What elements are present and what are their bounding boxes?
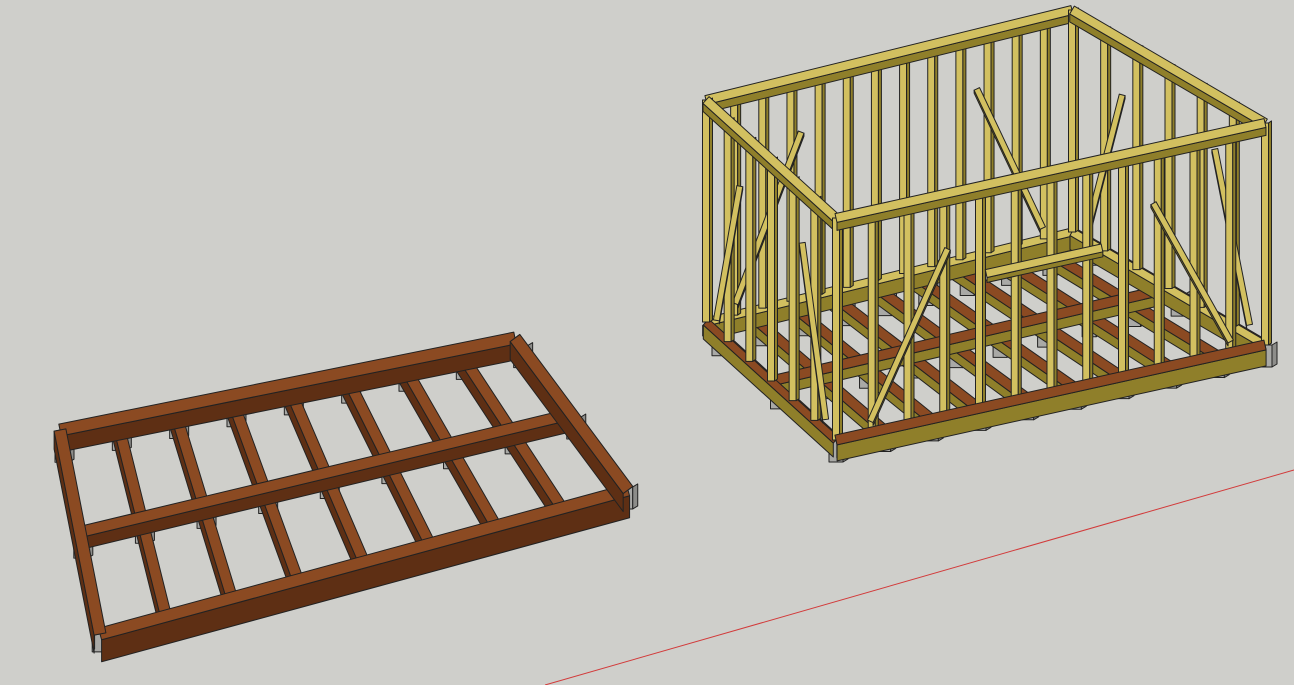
wall-front-stud-edge: [1017, 175, 1022, 401]
wall-back-stud: [927, 44, 936, 268]
wall-front-stud: [1189, 138, 1198, 362]
wall-left-stud-edge: [709, 97, 713, 323]
wall-left-stud: [702, 99, 710, 323]
wall-frame-model[interactable]: [702, 5, 1278, 463]
wall-front-stud-edge: [1125, 152, 1129, 378]
wall-front-stud: [1118, 154, 1126, 378]
wall-back-stud: [955, 37, 964, 261]
floor-support-post-shade: [632, 483, 639, 510]
wall-front-stud: [1010, 177, 1019, 401]
wall-front-stud: [1046, 170, 1055, 393]
scene-canvas[interactable]: [0, 0, 1294, 685]
wall-front-stud: [939, 193, 948, 417]
wall-front-stud-edge: [946, 191, 951, 417]
wall-back-stud-edge: [934, 42, 939, 268]
wall-front-stud: [867, 209, 876, 433]
wall-front-stud-edge: [839, 215, 843, 441]
wall-front-stud: [832, 217, 840, 441]
wall-front-stud: [1082, 162, 1091, 386]
wall-right-stud-edge: [1203, 82, 1208, 308]
wall-back-stud: [758, 85, 767, 309]
wall-front-stud-edge: [982, 183, 986, 409]
floor-rim-back-top: [58, 331, 517, 437]
wall-front-stud-edge: [1232, 128, 1237, 354]
wall-left-stud: [767, 158, 775, 382]
wall-back-stud-edge: [821, 69, 826, 295]
wall-back-stud: [1039, 16, 1048, 240]
wall-front-stud: [1225, 130, 1234, 354]
wall-front-stud-edge: [1268, 120, 1272, 346]
wall-left-stud: [745, 138, 754, 362]
floor-frame-model[interactable]: [53, 331, 639, 663]
wall-back-stud-edge: [990, 28, 995, 254]
wall-back-stud-edge: [962, 35, 967, 261]
wall-front-stud: [975, 185, 983, 409]
wall-back-stud: [842, 64, 851, 288]
wall-right-stud-edge: [1075, 7, 1079, 233]
wall-front-stud-edge: [1053, 168, 1058, 393]
wall-right-stud: [1068, 9, 1076, 233]
wall-front-stud-edge: [1160, 144, 1165, 370]
red-axis-line: [544, 469, 1294, 685]
wall-left-stud-edge: [774, 156, 778, 382]
wall-right-stud-edge: [1171, 64, 1176, 289]
wall-left-stud: [788, 178, 797, 402]
wall-front-stud-edge: [910, 199, 915, 425]
wall-front-stud: [903, 201, 912, 425]
wall-front-stud-edge: [1196, 136, 1201, 362]
wall-left-stud-edge: [752, 136, 757, 362]
wall-base-support-post-shade: [1271, 341, 1278, 368]
3d-viewport[interactable]: [0, 0, 1294, 685]
wall-right-stud: [1100, 28, 1109, 252]
wall-front-stud-edge: [1089, 160, 1094, 386]
wall-back-stud-edge: [877, 55, 882, 281]
wall-left-stud-edge: [795, 176, 800, 402]
wall-right-stud: [1164, 66, 1173, 289]
wall-back-stud-edge: [849, 62, 854, 288]
wall-front-stud: [1261, 122, 1269, 346]
wall-front-stud: [1153, 146, 1162, 370]
